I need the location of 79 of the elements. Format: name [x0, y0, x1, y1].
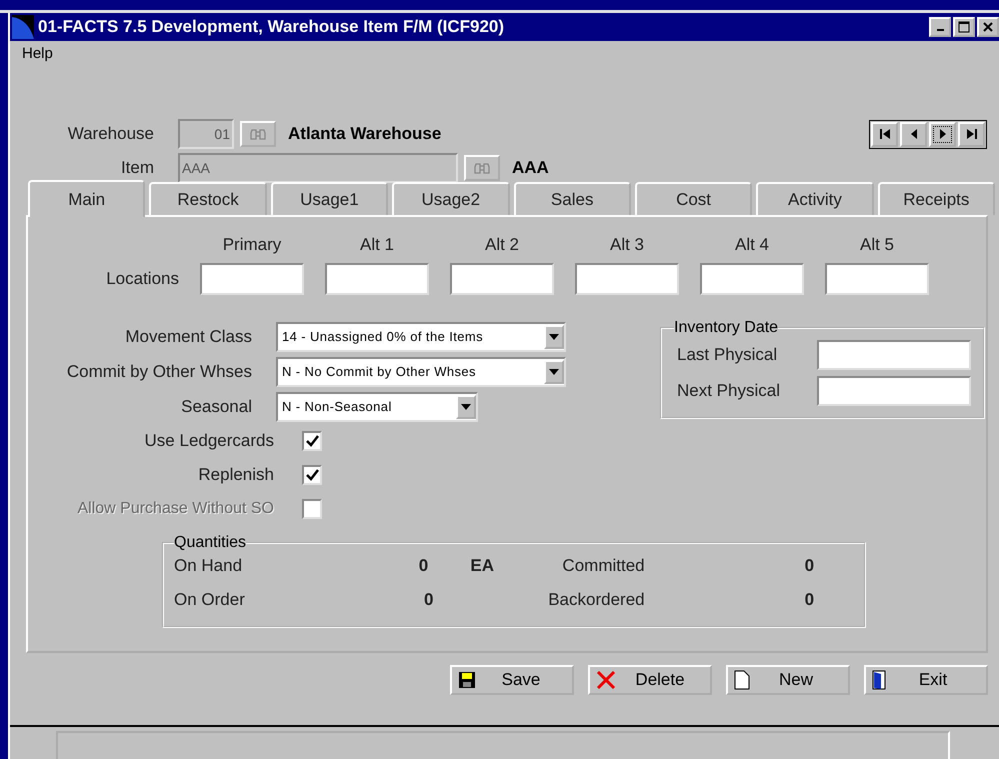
maximize-icon — [958, 21, 970, 33]
checkbox[interactable] — [302, 431, 322, 451]
location-field[interactable] — [200, 263, 304, 295]
dropdown[interactable]: N - No Commit by Other Whses — [276, 356, 566, 386]
app-logo-icon — [12, 15, 34, 39]
field-label: Last Physical — [676, 345, 778, 365]
delete-button[interactable]: Delete — [588, 665, 712, 695]
group-title: Quantities — [174, 534, 246, 552]
binoculars-icon — [250, 127, 266, 141]
menu-item[interactable]: Help — [22, 44, 53, 62]
next-record-button[interactable] — [929, 122, 956, 146]
column-heading: Alt 4 — [734, 235, 770, 255]
field-label: Item — [120, 158, 155, 178]
minimize-button[interactable] — [929, 17, 951, 37]
quantity-value: 0 — [418, 556, 430, 576]
tab[interactable]: Sales — [514, 182, 631, 215]
group-title: Inventory Date — [674, 319, 778, 337]
column-heading: Alt 3 — [608, 235, 646, 255]
date-field[interactable] — [817, 376, 971, 406]
location-field[interactable] — [450, 263, 554, 295]
unit-label: EA — [470, 556, 494, 575]
location-field[interactable] — [575, 263, 679, 295]
tab[interactable]: Usage2 — [392, 182, 510, 215]
tab[interactable]: Usage1 — [270, 182, 388, 215]
lookup-button[interactable] — [240, 121, 276, 147]
quantity-label: Committed — [561, 556, 645, 576]
tab[interactable]: Restock — [149, 182, 267, 215]
cross-icon — [596, 671, 616, 689]
maximize-button[interactable] — [953, 17, 975, 37]
checkmark-icon — [305, 468, 319, 482]
last-record-button[interactable] — [958, 122, 985, 146]
field-label: Seasonal — [180, 396, 253, 416]
blank-page-icon — [734, 670, 750, 690]
column-heading: Alt 1 — [358, 235, 396, 255]
close-icon — [983, 22, 993, 32]
minimize-icon — [936, 29, 944, 31]
tab[interactable]: Activity — [756, 182, 874, 215]
field-label: Warehouse — [66, 124, 155, 144]
close-button[interactable] — [977, 17, 999, 37]
quantity-label: On Order — [174, 590, 246, 610]
tab[interactable]: Cost — [634, 182, 752, 215]
dropdown[interactable]: N - Non-Seasonal — [276, 392, 478, 422]
checkbox-label: Use Ledgercards — [144, 431, 275, 451]
field-label: Next Physical — [676, 381, 781, 401]
skip-last-icon — [966, 127, 978, 141]
first-record-button[interactable] — [871, 122, 898, 146]
dropdown[interactable]: 14 - Unassigned 0% of the Items — [276, 322, 566, 352]
warehouse-name: Atlanta Warehouse — [288, 124, 442, 144]
checkmark-icon — [305, 434, 319, 448]
checkbox-label: Allow Purchase Without SO — [76, 500, 275, 518]
column-heading: Primary — [222, 235, 282, 255]
item-name: AAA — [512, 158, 549, 178]
quantity-label: Backordered — [547, 590, 645, 610]
location-field[interactable] — [325, 263, 429, 295]
save-button[interactable]: Save — [450, 665, 574, 695]
quantity-value: 0 — [424, 590, 434, 610]
field-label: Commit by Other Whses — [66, 362, 253, 382]
checkbox[interactable] — [302, 465, 322, 485]
location-field[interactable] — [700, 263, 804, 295]
previous-record-button[interactable] — [900, 122, 927, 146]
tab[interactable]: Main — [28, 180, 146, 217]
quantity-value: 0 — [804, 556, 816, 576]
field-label: Locations — [105, 269, 179, 289]
quantity-value: 0 — [804, 590, 816, 610]
tab[interactable]: Receipts — [878, 182, 995, 215]
exit-button[interactable]: Exit — [864, 665, 988, 695]
field-label: Movement Class — [124, 326, 253, 346]
lookup-button[interactable] — [464, 155, 500, 181]
date-field[interactable] — [817, 340, 971, 370]
column-heading: Alt 2 — [484, 235, 520, 255]
column-heading: Alt 5 — [858, 235, 896, 255]
new-button[interactable]: New — [726, 665, 850, 695]
checkbox-label: Replenish — [197, 465, 275, 485]
window-title: 01-FACTS 7.5 Development, Warehouse Item F/M (ICF920) — [38, 17, 504, 37]
quantity-label: On Hand — [174, 556, 244, 576]
skip-first-icon — [878, 127, 890, 141]
location-field[interactable] — [825, 263, 929, 295]
door-icon — [872, 670, 886, 690]
binoculars-icon — [474, 161, 490, 175]
